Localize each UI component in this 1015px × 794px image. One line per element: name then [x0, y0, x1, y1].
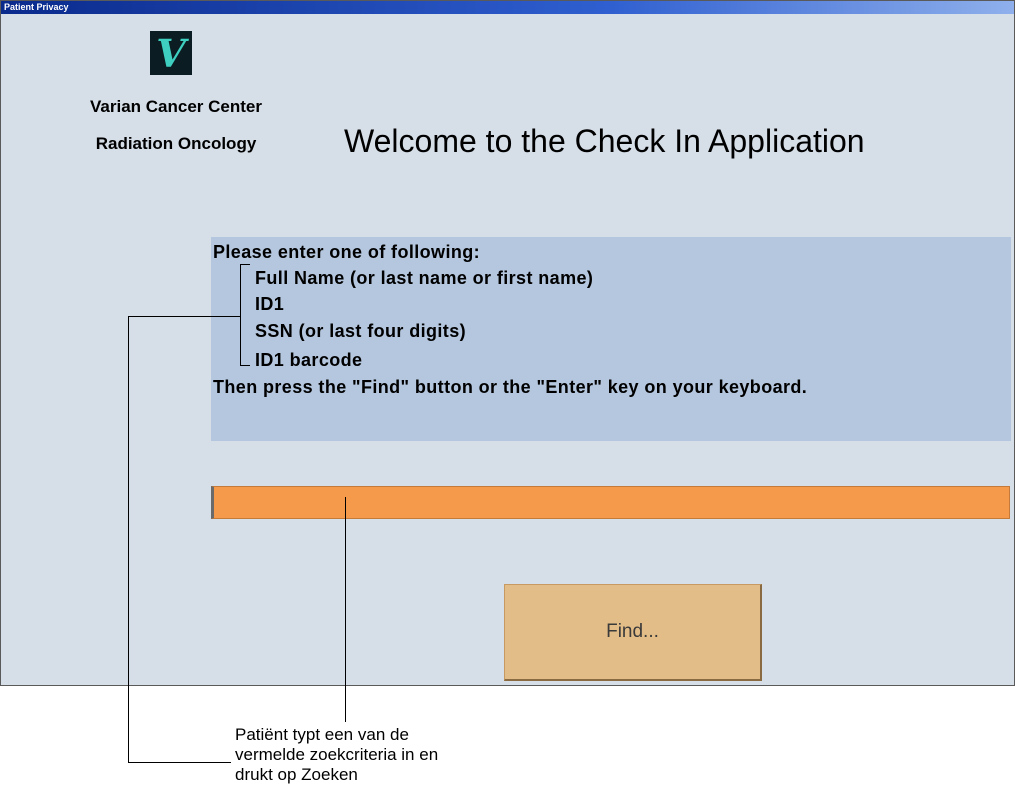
- varian-logo: V: [150, 31, 192, 76]
- caption-line: vermelde zoekcriteria in en: [235, 745, 439, 764]
- instructions-footer: Then press the "Find" button or the "Ent…: [213, 377, 808, 397]
- logo-letter: V: [156, 31, 186, 76]
- options-bracket: [240, 264, 250, 366]
- caption-line: Patiënt typt een van de: [235, 725, 409, 744]
- caption-line: drukt op Zoeken: [235, 765, 358, 784]
- callout-line-instructions-vertical: [128, 316, 129, 762]
- instructions-heading: Please enter one of following:: [213, 242, 481, 262]
- welcome-heading: Welcome to the Check In Application: [344, 123, 865, 159]
- option-id1: ID1: [255, 294, 285, 314]
- callout-line-search: [345, 497, 346, 722]
- callout-line-instructions-bottom: [128, 762, 231, 763]
- search-input[interactable]: [211, 486, 1010, 519]
- callout-caption: Patiënt typt een van de vermelde zoekcri…: [235, 725, 535, 785]
- window-title-bar: Patient Privacy: [1, 1, 1014, 14]
- find-button[interactable]: Find...: [504, 584, 762, 681]
- department-name: Radiation Oncology: [95, 134, 257, 153]
- option-full-name: Full Name (or last name or first name): [255, 268, 594, 288]
- organization-name: Varian Cancer Center: [90, 97, 262, 116]
- option-id1-barcode: ID1 barcode: [255, 350, 363, 370]
- callout-line-instructions-top: [128, 316, 240, 317]
- option-ssn: SSN (or last four digits): [255, 321, 467, 341]
